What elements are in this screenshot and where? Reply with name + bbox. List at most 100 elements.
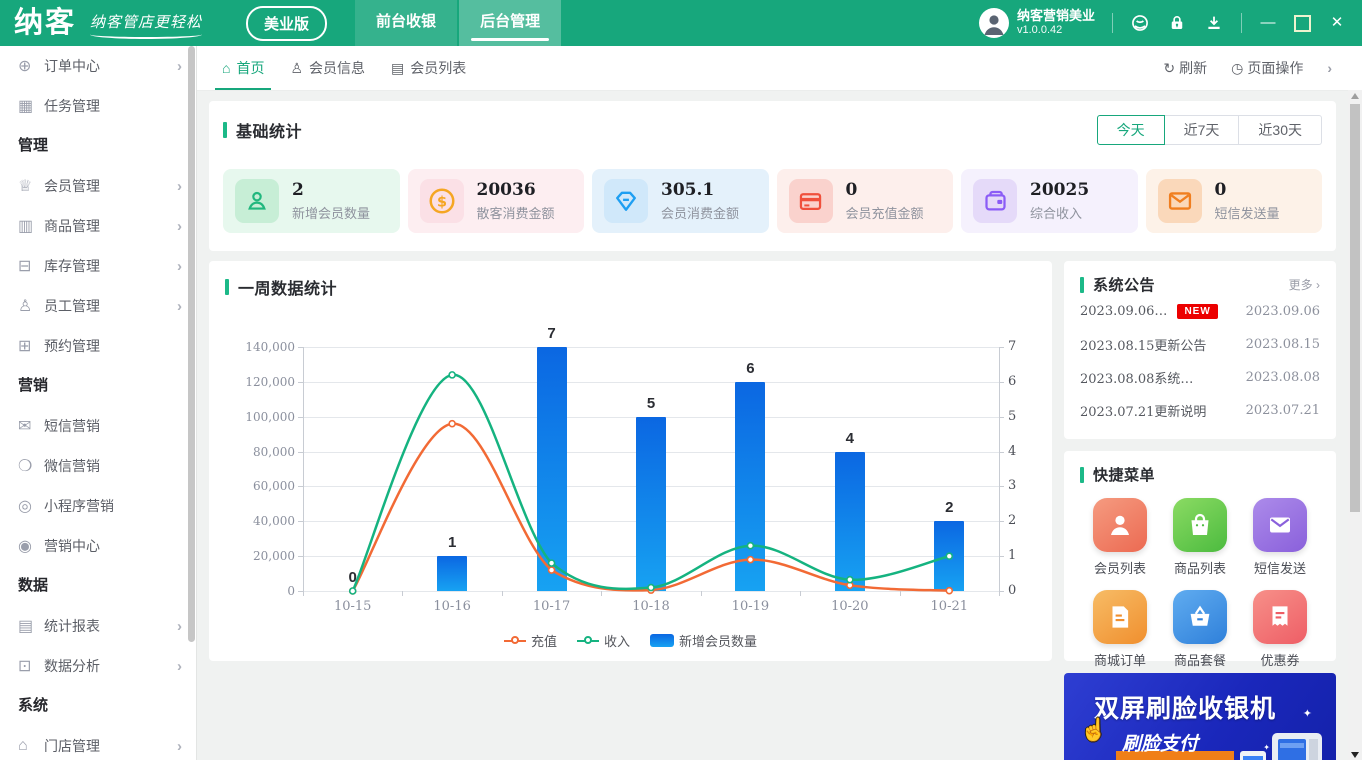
sidebar-item[interactable]: ⊞预约管理	[0, 326, 196, 366]
sidebar-item-label: 门店管理	[44, 736, 100, 756]
quick-menu-title: 快捷菜单	[1093, 464, 1155, 485]
sidebar-item[interactable]: ✉短信营销	[0, 406, 196, 446]
stat-value: 20025	[1030, 180, 1089, 200]
legend-item[interactable]: 收入	[577, 631, 630, 650]
x-axis-label: 10-17	[522, 599, 582, 614]
y-axis-label: 60,000	[231, 479, 295, 493]
right-axis-label: 6	[1008, 374, 1016, 389]
hand-cursor: ☝	[1080, 717, 1107, 743]
quick-menu-短信发送[interactable]: 短信发送	[1240, 498, 1320, 577]
stat-card: 2 新增会员数量	[223, 169, 400, 233]
right-axis-label: 3	[1008, 478, 1016, 493]
sidebar-item[interactable]: ▦任务管理	[0, 86, 196, 126]
tab-首页[interactable]: ⌂首页	[209, 46, 277, 90]
nav-tab-cashier[interactable]: 前台收银	[355, 0, 457, 46]
sidebar-scrollbar-thumb[interactable]	[188, 46, 195, 642]
stat-label: 散客消费金额	[477, 203, 555, 222]
y-axis-label: 20,000	[231, 549, 295, 563]
stat-value: 0	[1215, 180, 1280, 200]
user-name: 纳客营销美业	[1017, 8, 1095, 23]
weekly-chart-section: 一周数据统计 140,0007120,0006100,000580,000460…	[209, 261, 1052, 661]
download-icon[interactable]	[1204, 13, 1224, 33]
sidebar-item[interactable]: ♙员工管理›	[0, 286, 196, 326]
dashboard-content: 基础统计 今天近7天近30天 2 新增会员数量$ 20036 散客消费金额 30…	[197, 91, 1348, 760]
announcement-title: 2023.07.21更新说明	[1080, 401, 1206, 420]
sidebar-item-label: 会员管理	[44, 176, 100, 196]
scroll-down-arrow[interactable]	[1351, 752, 1359, 758]
line-series-layer	[303, 347, 999, 595]
page-operations-button[interactable]: ◷ 页面操作	[1231, 58, 1303, 78]
chevron-right-icon[interactable]: ›	[1327, 60, 1332, 76]
announcements-section: 系统公告 更多 › 2023.09.06…NEW2023.09.062023.0…	[1064, 261, 1336, 439]
support-icon[interactable]	[1130, 13, 1150, 33]
sidebar-item[interactable]: ▤统计报表›	[0, 606, 196, 646]
nav-tab-backoffice[interactable]: 后台管理	[459, 0, 561, 46]
announcement-row[interactable]: 2023.07.21更新说明2023.07.21	[1080, 394, 1320, 427]
sidebar-item[interactable]: ◉营销中心	[0, 526, 196, 566]
close-button[interactable]: ✕	[1328, 14, 1346, 32]
right-axis-line	[999, 347, 1000, 591]
announcement-date: 2023.08.15	[1246, 337, 1320, 352]
x-axis-label: 10-20	[820, 599, 880, 614]
sidebar-item-label: 营销中心	[44, 536, 100, 556]
announcement-date: 2023.08.08	[1246, 370, 1320, 385]
ad-headline: 双屏刷脸收银机	[1094, 689, 1276, 725]
announcement-row[interactable]: 2023.08.08系统…2023.08.08	[1080, 361, 1320, 394]
sidebar-item[interactable]: ⊟库存管理›	[0, 246, 196, 286]
range-button-近30天[interactable]: 近30天	[1238, 115, 1322, 145]
quick-menu-优惠券[interactable]: 优惠券	[1240, 590, 1320, 669]
ad-banner[interactable]: 双屏刷脸收银机 刷脸支付 ✦ ✦ ☝	[1064, 673, 1336, 760]
sidebar-item[interactable]: ❍微信营销	[0, 446, 196, 486]
announcement-row[interactable]: 2023.09.06…NEW2023.09.06	[1080, 295, 1320, 328]
quick-menu-商城订单[interactable]: 商城订单	[1080, 590, 1160, 669]
legend-item[interactable]: 新增会员数量	[650, 631, 757, 650]
announcements-more-link[interactable]: 更多 ›	[1289, 276, 1320, 293]
range-button-近7天[interactable]: 近7天	[1164, 115, 1240, 145]
announcement-row[interactable]: 2023.08.15更新公告 2023.08.15	[1080, 328, 1320, 361]
quick-menu-会员列表[interactable]: 会员列表	[1080, 498, 1160, 577]
quick-menu-商品套餐[interactable]: 商品套餐	[1160, 590, 1240, 669]
wechat-icon: ❍	[18, 456, 44, 476]
sidebar-item[interactable]: ⊡数据分析›	[0, 646, 196, 686]
tab-会员信息[interactable]: ♙会员信息	[277, 46, 378, 90]
stat-label: 会员消费金额	[661, 203, 739, 222]
sidebar-item[interactable]: ▥商品管理›	[0, 206, 196, 246]
announcement-title: 2023.08.15更新公告	[1080, 335, 1206, 354]
scroll-up-arrow[interactable]	[1351, 93, 1359, 99]
globe-icon: ⊕	[18, 56, 44, 76]
tab-会员列表[interactable]: ▤会员列表	[378, 46, 479, 90]
app-logo: 纳客	[14, 3, 76, 43]
legend-item[interactable]: 充值	[504, 631, 557, 650]
page-scrollbar[interactable]	[1348, 90, 1362, 760]
sidebar-item[interactable]: ⊕订单中心›	[0, 46, 196, 86]
sidebar-item-label: 数据分析	[44, 656, 100, 676]
sidebar-section-label: 营销	[0, 366, 196, 406]
lock-icon[interactable]	[1167, 13, 1187, 33]
right-axis-label: 4	[1008, 444, 1016, 459]
crown-icon: ♕	[18, 176, 44, 196]
user-info[interactable]: 纳客营销美业 v1.0.0.42	[979, 8, 1095, 38]
weekly-combo-chart: 140,0007120,0006100,000580,000460,000340…	[225, 325, 1036, 643]
sidebar-item[interactable]: ◎小程序营销	[0, 486, 196, 526]
bag-icon	[1173, 498, 1227, 552]
sidebar-item[interactable]: ⌂门店管理›	[0, 726, 196, 766]
y-axis-label: 80,000	[231, 445, 295, 459]
range-button-今天[interactable]: 今天	[1097, 115, 1165, 145]
goods-icon: ▥	[18, 216, 44, 236]
scrollbar-thumb[interactable]	[1350, 104, 1360, 512]
chevron-right-icon: ›	[177, 658, 182, 675]
slogan-underline	[90, 30, 202, 39]
x-axis-label: 10-19	[720, 599, 780, 614]
member-icon: ♙	[290, 60, 303, 77]
sidebar-item-label: 员工管理	[44, 296, 100, 316]
order-icon	[1093, 590, 1147, 644]
edition-badge[interactable]: 美业版	[246, 6, 327, 41]
maximize-button[interactable]	[1294, 15, 1311, 32]
quick-menu-商品列表[interactable]: 商品列表	[1160, 498, 1240, 577]
quick-menu-label: 商品列表	[1160, 558, 1240, 577]
stat-card: 0 会员充值金额	[777, 169, 954, 233]
sidebar-item[interactable]: ♕会员管理›	[0, 166, 196, 206]
refresh-button[interactable]: ↻ 刷新	[1163, 58, 1207, 78]
minimize-button[interactable]: —	[1259, 14, 1277, 32]
tasks-icon: ▦	[18, 96, 44, 116]
